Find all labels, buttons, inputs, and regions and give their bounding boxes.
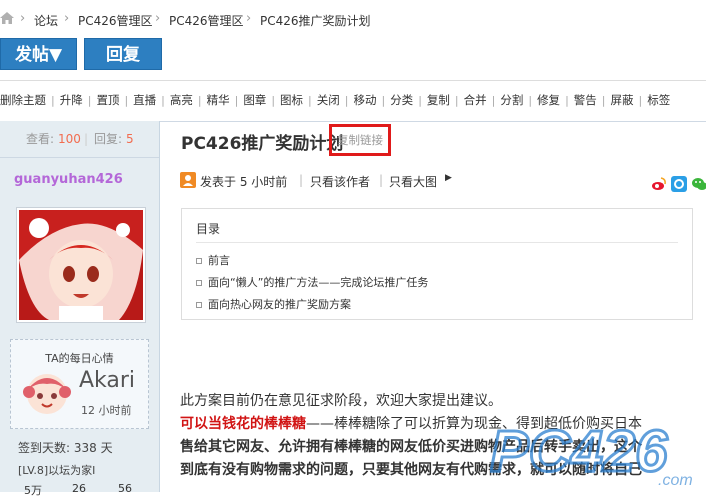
toolbar-action[interactable]: 分类 [390, 81, 413, 120]
user-stat[interactable]: 5万 [24, 482, 42, 498]
table-of-contents: 目录 前言 面向“懒人”的推广方法——完成论坛推广任务 面向热心网友的推广奖励方… [181, 208, 693, 320]
toolbar-separator: | [271, 94, 276, 107]
toolbar-separator: | [161, 94, 165, 107]
toolbar-separator: | [491, 94, 496, 107]
toolbar-action[interactable]: 图章 [243, 81, 266, 120]
avatar-image [19, 210, 143, 320]
post-time: 发表于 5 小时前 [200, 175, 288, 189]
content-paragraph-partial [180, 482, 280, 498]
site-watermark-logo: PC426 .com [489, 413, 706, 496]
toc-item[interactable]: 面向“懒人”的推广方法——完成论坛推广任务 [196, 274, 428, 290]
qzone-share-icon[interactable] [671, 176, 687, 192]
daily-mood-card: TA的每日心情 Akari 12 小时前 [10, 339, 149, 429]
content-paragraph: 此方案目前仍在意见征求阶段，欢迎大家提出建议。 [180, 393, 502, 409]
thread-title: PC426推广奖励计划 [181, 134, 344, 154]
toolbar-separator: | [197, 94, 202, 107]
mood-name: Akari [79, 368, 136, 393]
weibo-share-icon[interactable] [651, 176, 667, 192]
toolbar-action[interactable]: 屏蔽 [611, 81, 634, 120]
mood-time: 12 小时前 [81, 404, 132, 417]
new-post-button[interactable]: 发帖▼ [0, 38, 77, 70]
toolbar-action[interactable]: 删除主题 [0, 81, 46, 120]
toolbar-separator: | [528, 94, 533, 107]
toolbar-action[interactable]: 直播 [133, 81, 156, 120]
big-image-link[interactable]: 只看大图 [389, 173, 437, 190]
toolbar-separator: | [308, 94, 312, 107]
toolbar-separator: | [344, 94, 349, 107]
author-online-icon [180, 172, 196, 188]
toolbar-separator: | [638, 94, 643, 107]
toolbar-action[interactable]: 精华 [207, 81, 230, 120]
user-stats-row: 5万 26 56 [0, 482, 159, 498]
breadcrumb-subsection[interactable]: PC426管理区 [169, 12, 244, 29]
reply-button[interactable]: 回复 [84, 38, 162, 70]
author-sidebar: 查看: 100 | 回复: 5 guanyuhan426 TA的每日心情 Aka… [0, 121, 160, 497]
toolbar-separator: | [565, 94, 569, 107]
toolbar-action[interactable]: 警告 [574, 81, 597, 120]
triangle-right-icon[interactable]: ▶ [445, 173, 452, 183]
toolbar-action[interactable]: 移动 [353, 81, 376, 120]
toolbar-action[interactable]: 分割 [500, 81, 523, 120]
toolbar-action[interactable]: 图标 [280, 81, 303, 120]
breadcrumb: › 论坛 › PC426管理区 › PC426管理区 › PC426推广奖励计划 [0, 0, 706, 38]
chevron-right-icon: › [155, 11, 161, 26]
replies-count: 5 [126, 132, 134, 146]
thread-stats: 查看: 100 | 回复: 5 [0, 121, 159, 158]
user-level: [LV.8]以坛为家I [18, 464, 96, 477]
toolbar-action[interactable]: 标签 [647, 81, 670, 120]
avatar[interactable] [16, 207, 146, 323]
toc-item[interactable]: 面向热心网友的推广奖励方案 [196, 296, 351, 312]
toc-heading: 目录 [196, 222, 221, 236]
watermark-subtext: .com [658, 472, 693, 489]
toolbar-action[interactable]: 复制 [427, 81, 450, 120]
toolbar-action[interactable]: 置顶 [96, 81, 119, 120]
toc-item[interactable]: 前言 [196, 252, 230, 268]
breadcrumb-thread[interactable]: PC426推广奖励计划 [260, 12, 371, 29]
chevron-right-icon: › [20, 11, 26, 26]
toolbar-separator: | [601, 94, 606, 107]
toolbar-action[interactable]: 高亮 [170, 81, 193, 120]
chevron-right-icon: › [246, 11, 252, 26]
author-username[interactable]: guanyuhan426 [14, 172, 123, 187]
toolbar-separator: | [418, 94, 422, 107]
mood-avatar-icon [23, 374, 71, 414]
views-count: 100 [58, 132, 81, 146]
toolbar-separator: | [234, 94, 239, 107]
copy-link-button[interactable]: 复制链接 [329, 124, 391, 156]
breadcrumb-forum[interactable]: 论坛 [34, 12, 58, 29]
toolbar-action[interactable]: 合并 [464, 81, 487, 120]
sign-in-days: 签到天数: 338 天 [18, 441, 113, 455]
replies-label: 回复: [94, 132, 123, 146]
toolbar-separator: | [87, 94, 92, 107]
wechat-share-icon[interactable] [691, 176, 706, 192]
moderation-toolbar: 删除主题 | 升降 | 置顶 | 直播 | 高亮 | 精华 | 图章 | 图标 | 关闭 | 移动 | 分类 | 复制 | 合并… [0, 80, 706, 122]
toolbar-action[interactable]: 关闭 [317, 81, 340, 120]
breadcrumb-section[interactable]: PC426管理区 [78, 12, 153, 29]
home-icon[interactable] [0, 12, 14, 24]
toolbar-separator: | [381, 94, 386, 107]
watermark-text: PC426 [490, 419, 668, 484]
highlight-text: 可以当钱花的棒棒糖 [180, 416, 306, 432]
toolbar-action[interactable]: 升降 [60, 81, 83, 120]
toolbar-action[interactable]: 修复 [537, 81, 560, 120]
user-stat[interactable]: 56 [118, 482, 132, 495]
views-label: 查看: [26, 132, 55, 146]
toolbar-separator: | [454, 94, 459, 107]
user-stat[interactable]: 26 [72, 482, 86, 495]
mood-title: TA的每日心情 [45, 352, 114, 365]
chevron-right-icon: › [64, 11, 70, 26]
only-author-link[interactable]: 只看该作者 [310, 173, 370, 190]
toolbar-separator: | [51, 94, 55, 107]
toolbar-separator: | [124, 94, 129, 107]
